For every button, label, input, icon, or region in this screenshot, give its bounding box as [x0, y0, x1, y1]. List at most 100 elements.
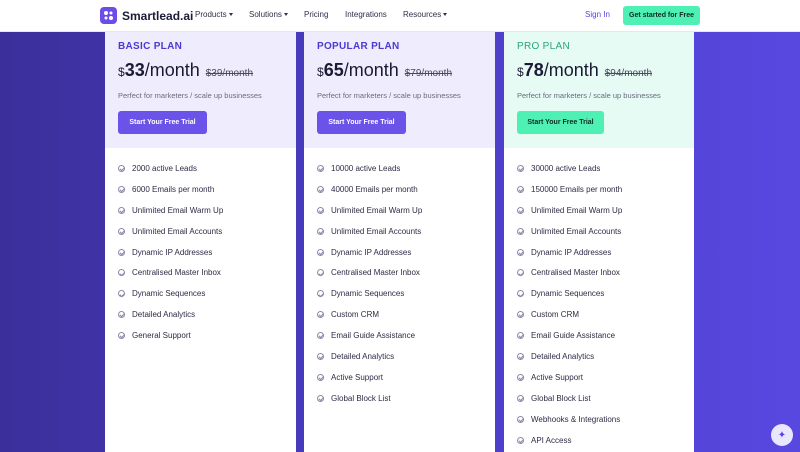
feature-item: Global Block List: [517, 388, 681, 409]
check-circle-icon: [517, 206, 524, 214]
check-circle-icon: [317, 394, 324, 402]
feature-item: Dynamic IP Addresses: [118, 242, 283, 263]
feature-item: 2000 active Leads: [118, 158, 283, 179]
feature-item: Custom CRM: [517, 304, 681, 325]
feature-item: Email Guide Assistance: [317, 325, 482, 346]
check-circle-icon: [517, 415, 524, 423]
feature-item: 150000 Emails per month: [517, 179, 681, 200]
feature-list: 10000 active Leads 40000 Emails per month…: [304, 148, 495, 409]
feature-item: Centralised Master Inbox: [118, 262, 283, 283]
feature-label: Dynamic IP Addresses: [531, 247, 612, 257]
check-circle-icon: [517, 290, 524, 298]
feature-item: Dynamic IP Addresses: [317, 242, 482, 263]
check-circle-icon: [517, 311, 524, 319]
feature-label: Email Guide Assistance: [331, 331, 416, 341]
check-circle-icon: [317, 352, 324, 360]
sign-in-link[interactable]: Sign In: [585, 10, 610, 19]
feature-label: Custom CRM: [531, 310, 580, 320]
currency-symbol: $: [317, 65, 324, 79]
price-row: $ 33 /month $39/month: [118, 60, 283, 81]
feature-label: 6000 Emails per month: [132, 184, 215, 194]
feature-list: 2000 active Leads 6000 Emails per month Un…: [105, 148, 296, 346]
chat-bubble-icon: ✦: [777, 429, 787, 441]
feature-item: Webhooks & Integrations: [517, 409, 681, 430]
get-started-button[interactable]: Get started for Free: [623, 6, 700, 25]
plan-card-basic: BASIC PLAN $ 33 /month $39/month Perfect…: [105, 32, 296, 452]
feature-label: Centralised Master Inbox: [531, 268, 620, 278]
old-price: $94/month: [604, 68, 653, 79]
feature-item: Dynamic IP Addresses: [517, 242, 681, 263]
feature-item: Global Block List: [317, 388, 482, 409]
chevron-down-icon: [228, 13, 233, 16]
check-circle-icon: [517, 164, 524, 172]
chat-widget-button[interactable]: ✦: [771, 424, 793, 446]
plan-description: Perfect for marketers / scale up busines…: [317, 91, 461, 100]
check-circle-icon: [517, 269, 524, 277]
check-circle-icon: [317, 185, 324, 193]
feature-item: Active Support: [317, 367, 482, 388]
check-circle-icon: [517, 227, 524, 235]
plan-header: BASIC PLAN $ 33 /month $39/month Perfect…: [105, 32, 296, 148]
plan-name: PRO PLAN: [517, 41, 570, 52]
plan-description: Perfect for marketers / scale up busines…: [118, 91, 262, 100]
check-circle-icon: [317, 248, 324, 256]
nav-resources[interactable]: Resources: [403, 10, 448, 19]
nav-solutions-label: Solutions: [249, 10, 282, 19]
feature-item: Centralised Master Inbox: [517, 262, 681, 283]
feature-label: Global Block List: [531, 393, 591, 403]
nav-products[interactable]: Products: [195, 10, 233, 19]
check-circle-icon: [517, 394, 524, 402]
feature-label: Unlimited Email Warm Up: [331, 205, 423, 215]
check-circle-icon: [517, 352, 524, 360]
check-circle-icon: [317, 311, 324, 319]
feature-label: 10000 active Leads: [331, 163, 401, 173]
feature-item: Email Guide Assistance: [517, 325, 681, 346]
chevron-down-icon: [443, 13, 448, 16]
logo-text: Smartlead.ai: [122, 8, 194, 23]
feature-label: Unlimited Email Warm Up: [531, 205, 623, 215]
feature-item: 10000 active Leads: [317, 158, 482, 179]
logo[interactable]: Smartlead.ai: [100, 7, 193, 24]
feature-item: Dynamic Sequences: [317, 283, 482, 304]
feature-item: Detailed Analytics: [517, 346, 681, 367]
check-circle-icon: [118, 269, 125, 277]
feature-item: Centralised Master Inbox: [317, 262, 482, 283]
check-circle-icon: [517, 373, 524, 381]
nav-integrations[interactable]: Integrations: [345, 10, 387, 19]
check-circle-icon: [317, 227, 324, 235]
plan-description: Perfect for marketers / scale up busines…: [517, 91, 661, 100]
currency-symbol: $: [517, 65, 524, 79]
start-free-trial-button[interactable]: Start Your Free Trial: [517, 111, 604, 134]
feature-item: 40000 Emails per month: [317, 179, 482, 200]
start-free-trial-button[interactable]: Start Your Free Trial: [317, 111, 406, 134]
feature-label: Webhooks & Integrations: [531, 414, 621, 424]
check-circle-icon: [118, 332, 125, 340]
feature-label: 2000 active Leads: [132, 163, 197, 173]
feature-label: Unlimited Email Warm Up: [132, 205, 224, 215]
feature-label: Email Guide Assistance: [531, 331, 616, 341]
chevron-down-icon: [283, 13, 288, 16]
feature-label: API Access: [531, 435, 572, 445]
nav-pricing[interactable]: Pricing: [304, 10, 328, 19]
feature-label: Unlimited Email Accounts: [331, 226, 422, 236]
feature-item: 30000 active Leads: [517, 158, 681, 179]
price-period: /month: [144, 60, 200, 80]
check-circle-icon: [118, 164, 125, 172]
plan-name: BASIC PLAN: [118, 41, 183, 52]
plan-header: POPULAR PLAN $ 65 /month $79/month Perfe…: [304, 32, 495, 148]
feature-item: General Support: [118, 325, 283, 346]
check-circle-icon: [317, 373, 324, 381]
feature-item: API Access: [517, 430, 681, 451]
plan-header: PRO PLAN $ 78 /month $94/month Perfect f…: [504, 32, 694, 148]
feature-list: 30000 active Leads 150000 Emails per mont…: [504, 148, 694, 450]
old-price: $39/month: [205, 68, 254, 79]
feature-label: Dynamic IP Addresses: [331, 247, 412, 257]
plan-price: 78: [523, 60, 544, 80]
feature-label: Dynamic Sequences: [132, 289, 206, 299]
check-circle-icon: [317, 206, 324, 214]
start-free-trial-button[interactable]: Start Your Free Trial: [118, 111, 207, 134]
nav-solutions[interactable]: Solutions: [249, 10, 288, 19]
feature-item: Custom CRM: [317, 304, 482, 325]
feature-label: Centralised Master Inbox: [331, 268, 420, 278]
feature-item: Unlimited Email Accounts: [317, 221, 482, 242]
